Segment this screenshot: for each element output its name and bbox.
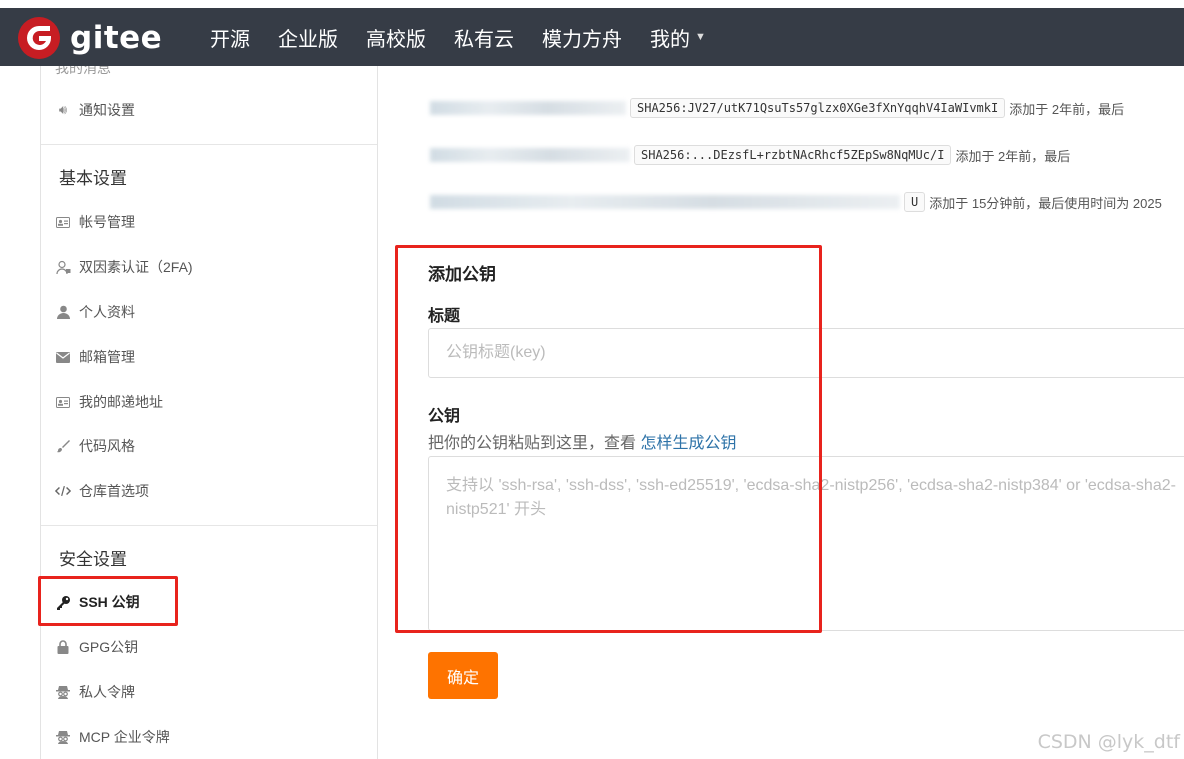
ssh-key-row: SHA256:...DEzsfL+rzbtNAcRhcf5ZEpSw8NqMUc… (430, 145, 1070, 165)
add-key-title: 添加公钥 (428, 265, 496, 284)
ssh-key-row: SHA256:JV27/utK71QsuTs57glzx0XGe3fXnYqqh… (430, 98, 1124, 118)
gitee-logo[interactable]: gitee (18, 17, 162, 59)
sidebar-item-profile[interactable]: 个人资料 (55, 302, 135, 322)
key-icon (55, 594, 71, 610)
key-added-info: 添加于 15分钟前，最后使用时间为 2025 (929, 195, 1162, 211)
envelope-icon (55, 349, 71, 365)
sidebar-item-address[interactable]: 我的邮递地址 (55, 392, 163, 412)
csdn-watermark: CSDN @lyk_dtf (1037, 731, 1180, 753)
nav-item-open-source[interactable]: 开源 (210, 23, 250, 52)
nav-item-education[interactable]: 高校版 (366, 23, 426, 52)
main-nav: 开源 企业版 高校版 私有云 模力方舟 我的 ▼ (196, 8, 720, 66)
top-navbar: gitee 开源 企业版 高校版 私有云 模力方舟 我的 ▼ (0, 8, 1184, 66)
sidebar-divider (41, 144, 377, 145)
key-fingerprint: SHA256:JV27/utK71QsuTs57glzx0XGe3fXnYqqh… (630, 98, 1006, 118)
settings-sidebar: 我的消息 🔊︎ 通知设置 基本设置 帐号管理 双因素认证（2FA) 个人资料 邮… (40, 66, 378, 759)
key-added-info: 添加于 2年前，最后 (1009, 101, 1125, 117)
key-added-info: 添加于 2年前，最后 (955, 148, 1071, 164)
key-title-input[interactable] (428, 328, 1184, 378)
nav-item-mine[interactable]: 我的 ▼ (650, 23, 706, 52)
spy-icon (55, 684, 71, 700)
spy-icon (55, 729, 71, 745)
address-card-icon (55, 394, 71, 410)
sidebar-item-2fa[interactable]: 双因素认证（2FA) (55, 257, 193, 277)
sidebar-heading-basic: 基本设置 (59, 169, 127, 188)
sidebar-item-messages[interactable]: 我的消息 (55, 66, 111, 78)
user-lock-icon (55, 259, 71, 275)
how-to-generate-key-link[interactable]: 怎样生成公钥 (640, 435, 736, 452)
redacted-key-title (430, 101, 626, 115)
id-card-icon (55, 214, 71, 230)
sidebar-item-private-tokens[interactable]: 私人令牌 (55, 682, 135, 702)
sidebar-item-account[interactable]: 帐号管理 (55, 212, 135, 232)
title-label: 标题 (428, 308, 461, 325)
sidebar-item-ssh-keys[interactable]: SSH 公钥 (55, 592, 140, 612)
public-key-label: 公钥 (428, 408, 461, 425)
nav-item-private-cloud[interactable]: 私有云 (454, 23, 514, 52)
volume-icon: 🔊︎ (58, 102, 68, 117)
sidebar-item-mcp-tokens[interactable]: MCP 企业令牌 (55, 727, 170, 747)
key-fingerprint: SHA256:...DEzsfL+rzbtNAcRhcf5ZEpSw8NqMUc… (634, 145, 952, 165)
ssh-key-row: U 添加于 15分钟前，最后使用时间为 2025 (430, 192, 1162, 212)
user-icon (55, 304, 71, 320)
public-key-textarea[interactable] (428, 456, 1184, 631)
sidebar-item-repo-preferences[interactable]: 仓库首选项 (55, 481, 149, 501)
redacted-key-title (430, 148, 630, 162)
brush-icon (55, 438, 71, 454)
sidebar-item-code-style[interactable]: 代码风格 (55, 436, 135, 456)
redacted-key-fingerprint (430, 195, 900, 209)
lock-icon (55, 639, 71, 655)
gitee-logo-icon (18, 17, 60, 59)
sidebar-item-gpg-keys[interactable]: GPG公钥 (55, 637, 138, 657)
sidebar-divider (41, 525, 377, 526)
nav-item-enterprise[interactable]: 企业版 (278, 23, 338, 52)
sidebar-item-notifications[interactable]: 🔊︎ 通知设置 (55, 100, 135, 120)
sidebar-heading-security: 安全设置 (59, 550, 127, 569)
public-key-hint: 把你的公钥粘贴到这里，查看 怎样生成公钥 (428, 435, 737, 452)
ssh-keys-content: SHA256:JV27/utK71QsuTs57glzx0XGe3fXnYqqh… (378, 66, 1184, 759)
caret-down-icon: ▼ (695, 31, 706, 43)
brand-name: gitee (70, 20, 163, 56)
nav-item-moli-fangzhou[interactable]: 模力方舟 (542, 23, 622, 52)
key-fingerprint: U (904, 192, 926, 212)
confirm-button[interactable]: 确定 (428, 652, 498, 699)
sidebar-item-email[interactable]: 邮箱管理 (55, 347, 135, 367)
code-icon (55, 483, 71, 499)
